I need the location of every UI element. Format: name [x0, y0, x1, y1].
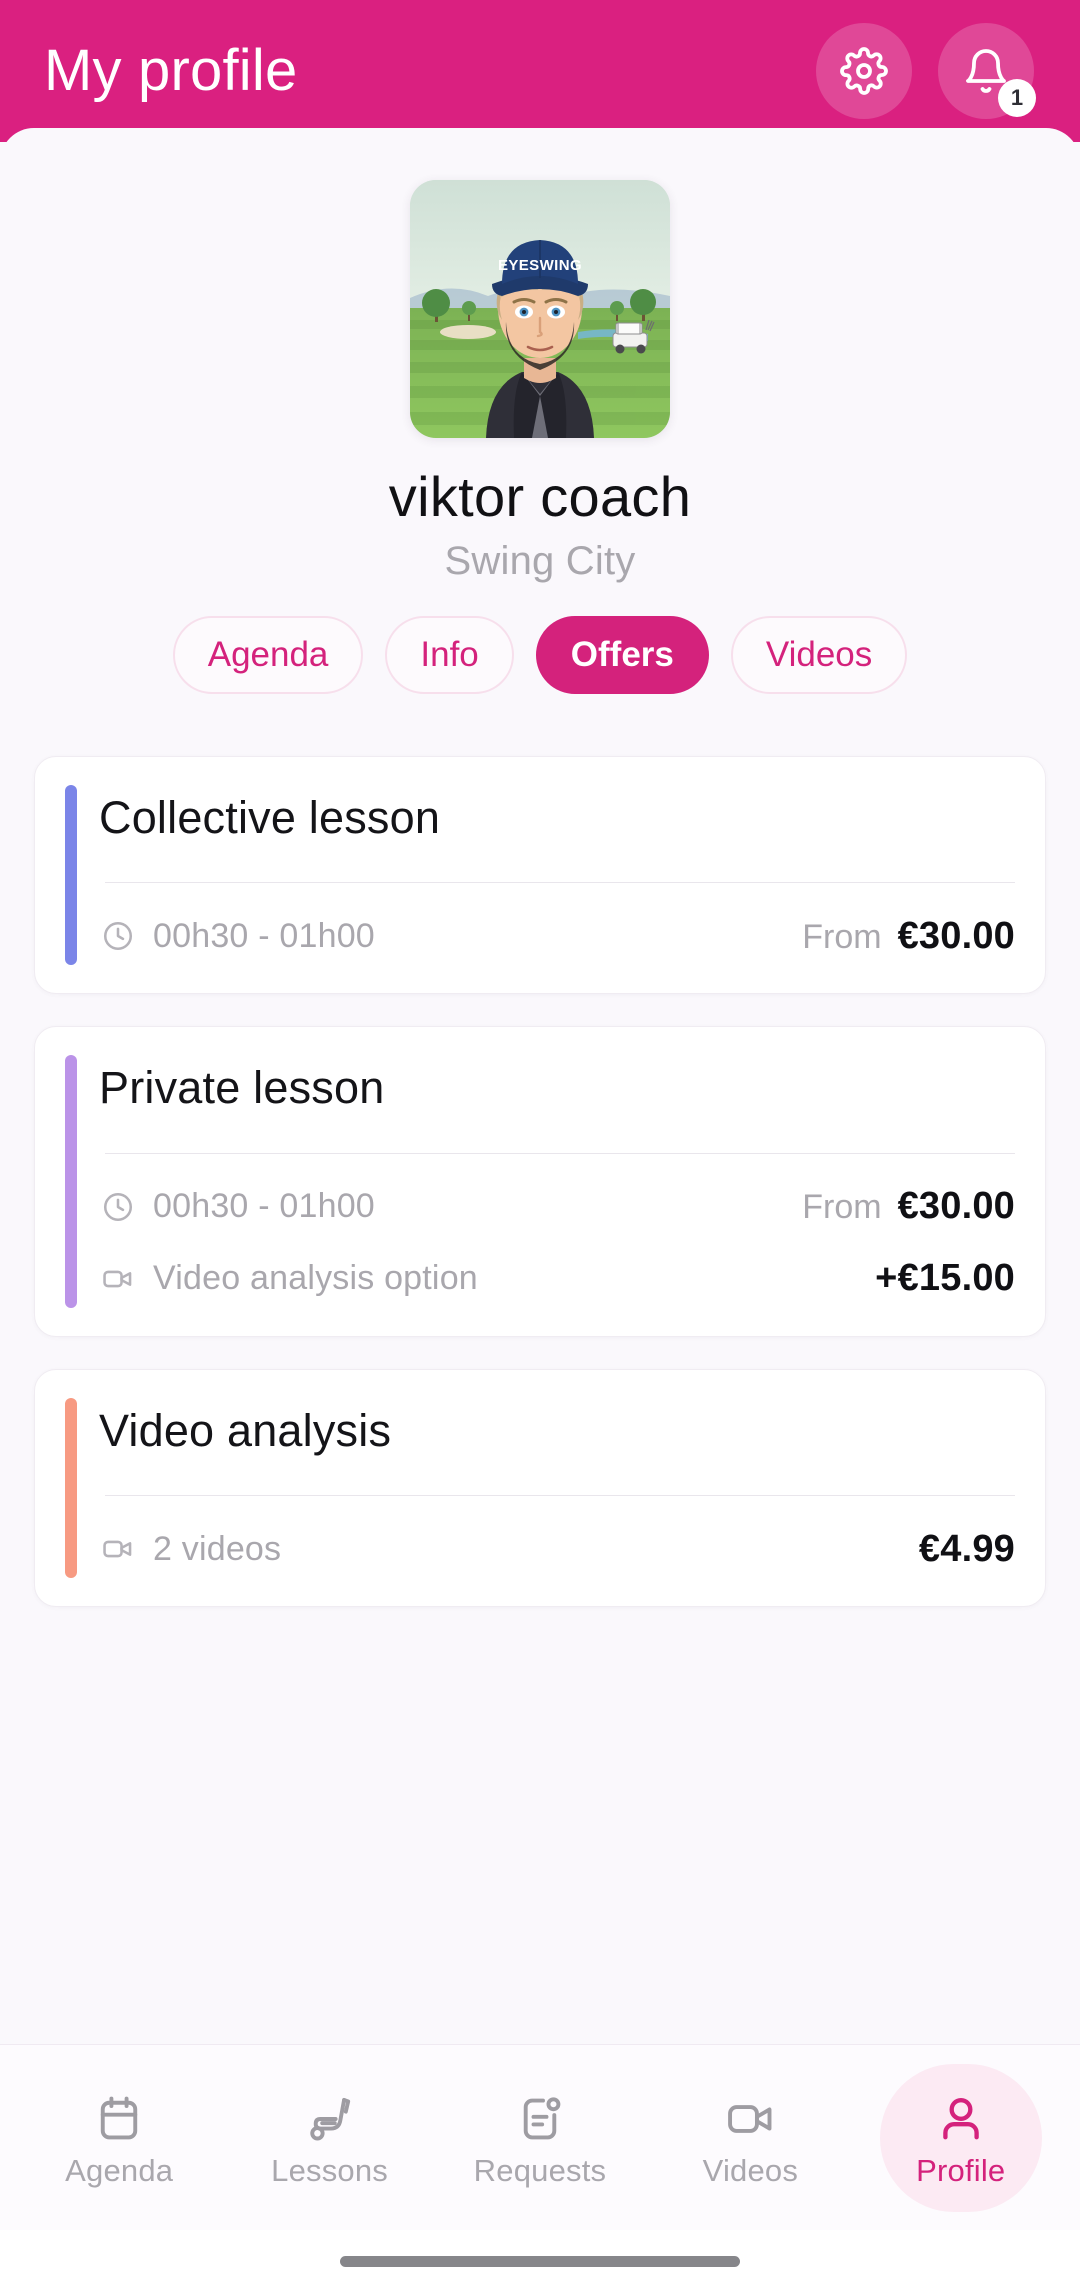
offer-card[interactable]: Private lesson 00h30 - 01h00 From €30.00… [34, 1026, 1046, 1337]
avatar-illustration-icon: EYESWING [410, 180, 670, 438]
offer-row-label: 00h30 - 01h00 [153, 1187, 375, 1226]
price-value: €30.00 [897, 914, 1015, 957]
offer-title: Collective lesson [99, 791, 441, 843]
tab-offers[interactable]: Offers [535, 615, 709, 694]
content-sheet: EYESWING viktor coach Swing City Agenda … [0, 128, 1080, 2292]
nav-item-lessons[interactable]: Lessons [240, 2063, 420, 2213]
tab-agenda[interactable]: Agenda [172, 615, 364, 694]
offer-rows: 00h30 - 01h00 From €30.00 [99, 1180, 1015, 1306]
nav-label: Agenda [65, 2153, 174, 2188]
notifications-button[interactable]: 1 [938, 23, 1036, 119]
offer-rows: 2 videos €4.99 [99, 1522, 1015, 1576]
nav-label: Videos [702, 2153, 799, 2188]
profile-name: viktor coach [388, 465, 692, 528]
price-prefix: From [802, 1188, 882, 1227]
page-title: My profile [44, 38, 298, 103]
gear-icon [840, 47, 888, 95]
offer-row-left: 00h30 - 01h00 [99, 1187, 802, 1226]
offer-accent-bar [65, 1397, 77, 1579]
offer-accent-bar [65, 784, 77, 966]
price-value: €30.00 [897, 1185, 1015, 1228]
offer-row: 00h30 - 01h00 From €30.00 [99, 1180, 1015, 1234]
requests-document-icon [514, 2089, 566, 2145]
profile-club: Swing City [444, 538, 636, 583]
price-value: +€15.00 [875, 1257, 1015, 1300]
header-actions: 1 [816, 23, 1036, 119]
nav-label: Profile [916, 2153, 1006, 2188]
offers-list: Collective lesson 00h30 - 01h00 From €30… [0, 755, 1080, 2044]
offer-rows: 00h30 - 01h00 From €30.00 [99, 909, 1015, 963]
divider [105, 882, 1015, 884]
offer-card[interactable]: Collective lesson 00h30 - 01h00 From €30… [34, 755, 1046, 995]
offer-row-left: Video analysis option [99, 1259, 859, 1298]
person-icon [935, 2089, 987, 2145]
offer-row-label: Video analysis option [153, 1259, 478, 1298]
calendar-icon [93, 2089, 145, 2145]
video-camera-icon [724, 2089, 776, 2145]
clock-icon [99, 917, 137, 955]
clock-icon [99, 1188, 137, 1226]
offer-card[interactable]: Video analysis 2 videos €4.99 [34, 1368, 1046, 1608]
tab-info[interactable]: Info [385, 615, 514, 694]
tab-videos[interactable]: Videos [730, 615, 908, 694]
nav-item-requests[interactable]: Requests [450, 2063, 630, 2213]
svg-text:EYESWING: EYESWING [498, 257, 582, 274]
video-icon [99, 1260, 137, 1298]
home-indicator[interactable] [340, 2255, 740, 2267]
offer-row-right: From €30.00 [802, 915, 1015, 958]
home-indicator-area [0, 2230, 1080, 2292]
offer-row-left: 00h30 - 01h00 [99, 917, 802, 956]
offer-row-label: 2 videos [153, 1529, 282, 1568]
offer-row: Video analysis option +€15.00 [99, 1252, 1015, 1306]
divider [105, 1152, 1015, 1154]
price-prefix: From [802, 917, 882, 956]
divider [105, 1495, 1015, 1497]
avatar[interactable]: EYESWING [410, 180, 670, 438]
offer-accent-bar [65, 1055, 77, 1308]
bottom-navigation: Agenda Lessons Requests Videos Profile [0, 2044, 1080, 2230]
golf-club-icon [304, 2089, 356, 2145]
offer-row-left: 2 videos [99, 1530, 903, 1569]
nav-item-videos[interactable]: Videos [660, 2063, 840, 2213]
offer-row-right: +€15.00 [859, 1257, 1015, 1300]
offer-title: Private lesson [99, 1062, 385, 1114]
nav-label: Requests [473, 2153, 607, 2188]
price-value: €4.99 [918, 1527, 1015, 1570]
app-header: My profile 1 [0, 0, 1080, 142]
app-root: My profile 1 EYESWING viktor coach Swing… [0, 0, 1080, 2292]
settings-button[interactable] [816, 23, 912, 119]
video-icon [99, 1530, 137, 1568]
notification-badge: 1 [998, 79, 1036, 117]
profile-section: EYESWING viktor coach Swing City Agenda … [0, 128, 1080, 694]
offer-row-label: 00h30 - 01h00 [153, 916, 375, 955]
nav-item-agenda[interactable]: Agenda [29, 2063, 209, 2213]
nav-label: Lessons [271, 2153, 389, 2188]
offer-row-right: From €30.00 [802, 1185, 1015, 1228]
offer-row: 00h30 - 01h00 From €30.00 [99, 909, 1015, 963]
profile-tabs: Agenda Info Offers Videos [0, 615, 1080, 694]
offer-row: 2 videos €4.99 [99, 1522, 1015, 1576]
nav-item-profile[interactable]: Profile [871, 2063, 1051, 2213]
offer-title: Video analysis [99, 1404, 392, 1456]
offer-row-right: €4.99 [903, 1528, 1015, 1571]
